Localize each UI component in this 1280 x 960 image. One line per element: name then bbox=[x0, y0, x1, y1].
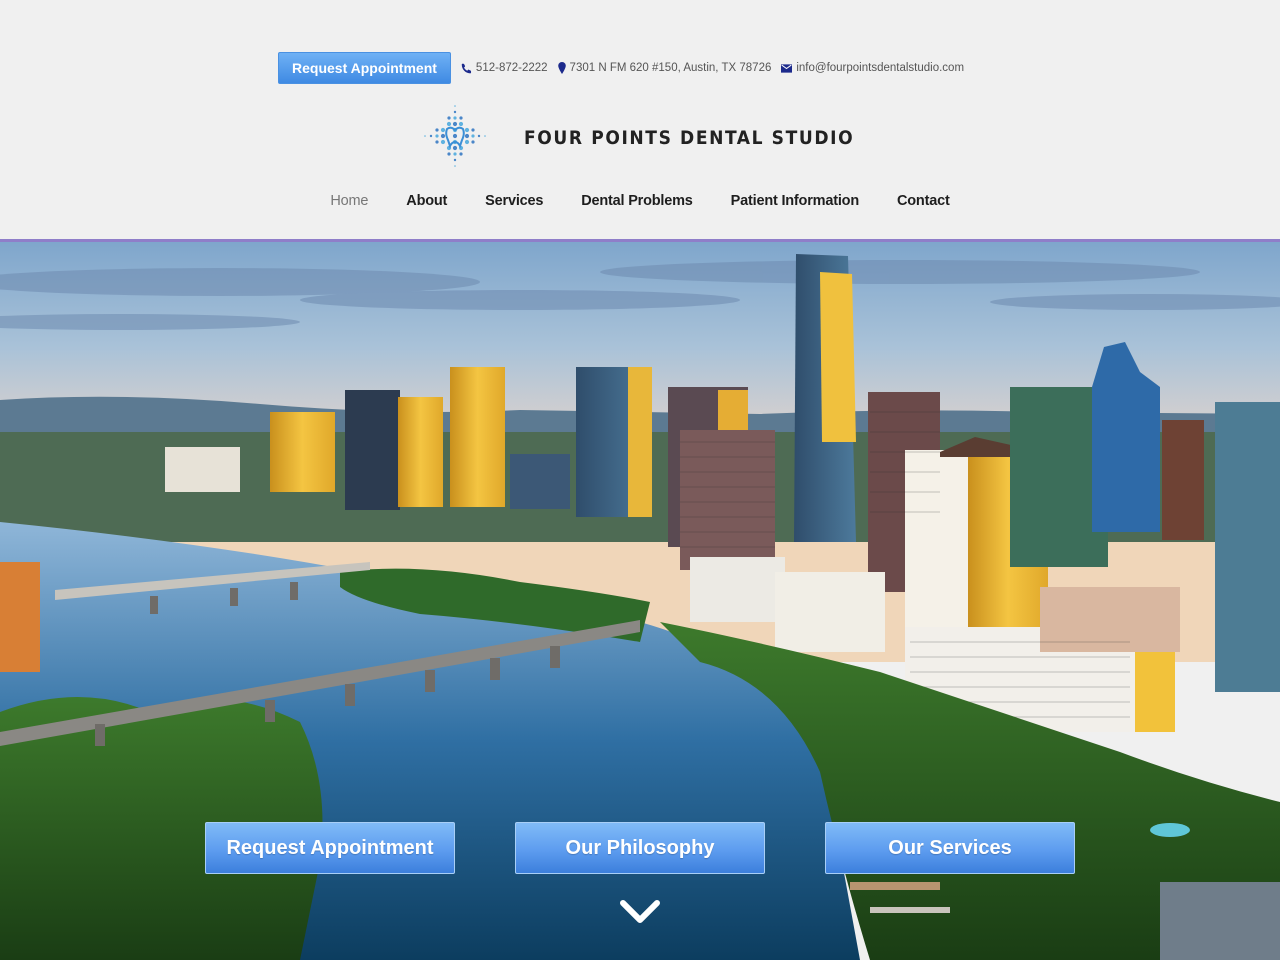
logo-dot bbox=[464, 139, 470, 145]
nav-home[interactable]: Home bbox=[330, 193, 368, 209]
map-marker-icon bbox=[557, 62, 566, 74]
logo-dot bbox=[424, 135, 426, 137]
site-header: Request Appointment 512-872-2222 7301 N … bbox=[0, 0, 1280, 240]
logo-dot bbox=[464, 127, 470, 133]
top-bar: Request Appointment 512-872-2222 7301 N … bbox=[278, 52, 974, 84]
nav-services[interactable]: Services bbox=[485, 193, 543, 209]
phone-link[interactable]: 512-872-2222 bbox=[461, 62, 548, 74]
logo-dot bbox=[484, 135, 486, 137]
logo-dot bbox=[440, 139, 446, 145]
nav-patient-information[interactable]: Patient Information bbox=[731, 193, 860, 209]
logo-dot bbox=[452, 121, 458, 127]
logo-dot bbox=[459, 116, 463, 120]
logo-dot bbox=[435, 134, 439, 138]
our-philosophy-button[interactable]: Our Philosophy bbox=[515, 822, 765, 874]
request-appointment-top-button[interactable]: Request Appointment bbox=[278, 52, 451, 84]
logo-dot bbox=[452, 145, 458, 151]
nav-about[interactable]: About bbox=[406, 193, 447, 209]
logo-dot bbox=[477, 134, 481, 138]
phone-number: 512-872-2222 bbox=[475, 62, 548, 74]
logo-dot bbox=[447, 152, 451, 156]
logo-dot bbox=[429, 134, 433, 138]
main-nav: Home About Services Dental Problems Pati… bbox=[0, 193, 1280, 209]
request-appointment-button[interactable]: Request Appointment bbox=[205, 822, 455, 874]
logo-dot bbox=[464, 133, 470, 139]
site-title: FOUR POINTS DENTAL STUDIO bbox=[524, 127, 855, 149]
nav-dental-problems[interactable]: Dental Problems bbox=[581, 193, 693, 209]
logo-dot bbox=[453, 110, 457, 114]
phone-icon bbox=[461, 63, 471, 73]
logo-dot bbox=[459, 152, 463, 156]
logo-dot bbox=[454, 165, 456, 167]
logo-dot bbox=[435, 140, 439, 144]
hero-section: Request Appointment Our Philosophy Our S… bbox=[0, 242, 1280, 960]
contact-info: 512-872-2222 7301 N FM 620 #150, Austin,… bbox=[461, 62, 974, 74]
email-address: info@fourpointsdentalstudio.com bbox=[796, 62, 965, 74]
logo-dot bbox=[440, 127, 446, 133]
our-services-button[interactable]: Our Services bbox=[825, 822, 1075, 874]
logo-dot bbox=[453, 158, 457, 162]
logo-dot bbox=[471, 134, 475, 138]
logo-dot bbox=[446, 121, 452, 127]
envelope-icon bbox=[781, 63, 793, 73]
tooth-cross-logo-icon bbox=[424, 105, 486, 167]
address-link[interactable]: 7301 N FM 620 #150, Austin, TX 78726 bbox=[557, 62, 772, 74]
email-link[interactable]: info@fourpointsdentalstudio.com bbox=[781, 62, 964, 74]
logo-dot bbox=[453, 152, 457, 156]
logo-dot bbox=[453, 116, 457, 120]
logo-dot bbox=[435, 128, 439, 132]
logo-dot bbox=[471, 128, 475, 132]
logo-dot bbox=[440, 133, 446, 139]
address-text: 7301 N FM 620 #150, Austin, TX 78726 bbox=[569, 62, 772, 74]
logo-dot bbox=[452, 133, 458, 139]
logo-dot bbox=[471, 140, 475, 144]
logo-dot bbox=[458, 121, 464, 127]
logo-dot bbox=[454, 105, 456, 107]
brand[interactable]: FOUR POINTS DENTAL STUDIO bbox=[418, 100, 854, 176]
chevron-down-icon[interactable] bbox=[619, 898, 661, 926]
logo-dot bbox=[447, 116, 451, 120]
nav-contact[interactable]: Contact bbox=[897, 193, 950, 209]
